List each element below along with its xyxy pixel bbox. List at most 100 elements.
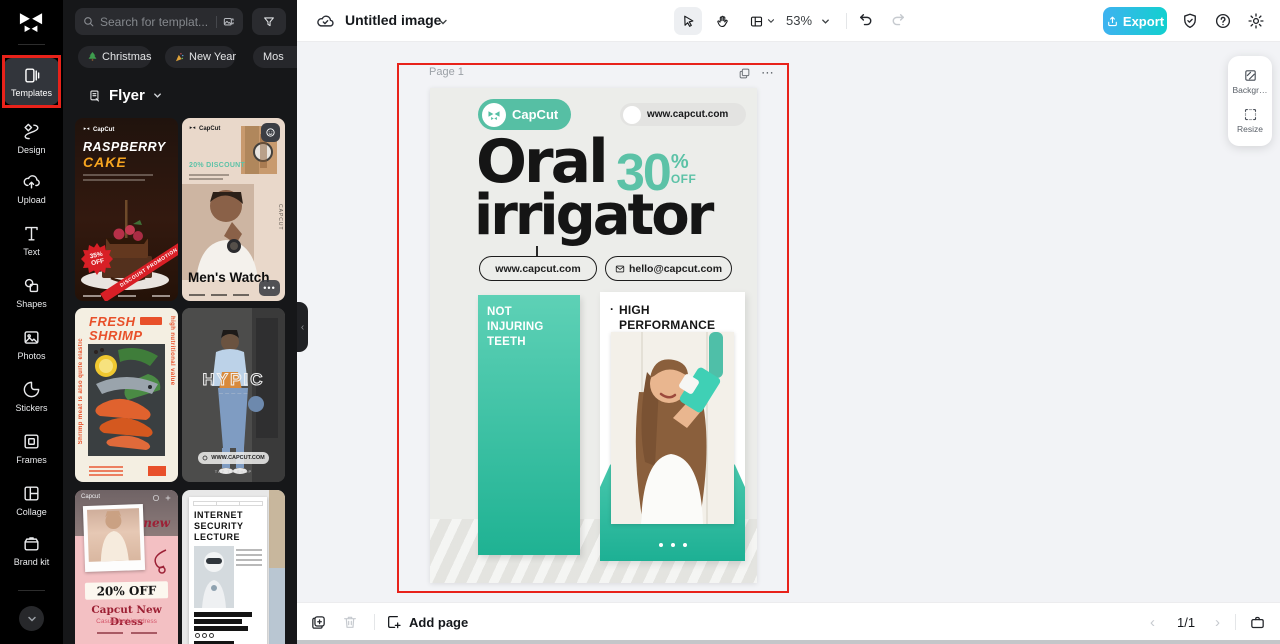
template-subtitle: Casual fashion dress (75, 618, 178, 625)
template-more-button[interactable]: ••• (259, 280, 280, 296)
resize-label: Resize (1237, 124, 1263, 134)
search-divider (216, 16, 217, 28)
text-icon (22, 224, 41, 243)
sidebar-item-label: Templates (11, 88, 52, 98)
search-input[interactable] (100, 15, 211, 29)
present-button[interactable] (1249, 603, 1266, 641)
chevron-down-icon (152, 90, 163, 101)
party-popper-icon (175, 52, 184, 62)
redo-button[interactable] (889, 11, 907, 29)
sidebar-item-upload[interactable]: Upload (0, 172, 63, 206)
sidebar-item-photos[interactable]: Photos (0, 328, 63, 362)
sidebar-item-label: Text (23, 247, 40, 258)
add-page-label: Add page (409, 615, 468, 630)
sidebar-item-templates[interactable]: Templates (4, 58, 59, 105)
background-icon (1243, 68, 1258, 83)
sidebar-item-frames[interactable]: Frames (0, 432, 63, 466)
photo-card (83, 504, 145, 572)
template-brand: Capcut (81, 494, 100, 500)
chevron-down-icon (766, 16, 776, 26)
flyer-headline-2[interactable]: irrigator (474, 188, 711, 244)
flyer-site-pill[interactable]: www.capcut.com (620, 103, 746, 126)
sidebar-item-brand-kit[interactable]: Brand kit (0, 534, 63, 568)
help-icon[interactable] (1214, 12, 1232, 30)
template-subtitle: CAKE (83, 154, 127, 170)
chip-label: Mos (263, 51, 284, 63)
zoom-chevron-icon[interactable] (820, 16, 831, 27)
panel-collapse-handle[interactable]: ‹ (297, 302, 308, 352)
template-capcut-new-dress[interactable]: Capcut new 20% OFF Capcut New Dress Casu… (75, 490, 178, 644)
templates-panel: Christmas New Year Mos Flyer CapCut RASP… (63, 0, 297, 644)
sidebar-item-label: Design (17, 145, 45, 156)
delete-page-button[interactable] (342, 603, 358, 641)
next-page-button[interactable]: › (1215, 603, 1220, 641)
settings-gear-icon[interactable] (1247, 12, 1265, 30)
page-indicator: 1/1 (1177, 603, 1195, 641)
sidebar-item-text[interactable]: Text (0, 224, 63, 258)
prev-page-button[interactable]: ‹ (1150, 603, 1155, 641)
design-icon (22, 122, 41, 141)
collapse-chevron: ‹ (301, 322, 304, 333)
template-title: LECTURE (194, 532, 240, 542)
safety-shield-icon[interactable] (1181, 12, 1199, 30)
toolbar-divider (846, 13, 847, 29)
page-more-icon[interactable]: ⋯ (761, 65, 775, 81)
sidebar-item-collage[interactable]: Collage (0, 484, 63, 518)
layout-tool-button[interactable] (742, 7, 782, 35)
frames-icon (22, 432, 41, 451)
section-flyer[interactable]: Flyer (88, 87, 163, 104)
rail-divider (18, 44, 45, 45)
rail-more-button[interactable] (19, 606, 44, 631)
template-title: Men's Watch (188, 270, 269, 285)
template-brand: CapCut (199, 126, 220, 132)
flyer-artboard[interactable]: CapCut www.capcut.com Oral 30 % OFF irri… (430, 88, 757, 583)
background-button[interactable]: Backgr… (1228, 68, 1272, 95)
top-toolbar: Untitled image 53% Export (297, 0, 1280, 42)
search-box[interactable] (75, 8, 243, 35)
card-right-text: PERFORMANCE (619, 318, 715, 333)
sidebar-item-design[interactable]: Design (0, 122, 63, 156)
document-title[interactable]: Untitled image (345, 12, 441, 28)
flyer-card-left[interactable]: NOT INJURING TEETH (478, 295, 580, 555)
chip-christmas[interactable]: Christmas (78, 46, 151, 68)
cloud-saved-icon (316, 12, 335, 31)
export-button[interactable]: Export (1103, 7, 1167, 35)
brand-kit-icon (22, 534, 41, 553)
carousel-dots (600, 543, 745, 547)
sidebar-item-shapes[interactable]: Shapes (0, 276, 63, 310)
hand-tool-button[interactable] (708, 7, 736, 35)
duplicate-page-button[interactable] (310, 603, 327, 641)
flyer-website-button[interactable]: www.capcut.com (479, 256, 597, 281)
chip-new-year[interactable]: New Year (165, 46, 235, 68)
face-swap-badge-icon[interactable] (261, 123, 280, 142)
undo-button[interactable] (857, 11, 875, 29)
zoom-level[interactable]: 53% (786, 13, 812, 28)
flyer-card-right[interactable]: · HIGH PERFORMANCE (600, 292, 745, 561)
flyer-brand-pill[interactable]: CapCut (478, 99, 571, 130)
select-tool-button[interactable] (674, 7, 702, 35)
add-page-icon (386, 614, 402, 630)
template-mens-watch[interactable]: CapCut 20% DISCOUNT Men's Watch CAPCUT •… (182, 118, 285, 301)
shrimp-photo (88, 344, 165, 456)
capcut-logo-icon (482, 103, 506, 127)
template-hypic[interactable]: HYPIC — — — — — WWW.CAPCUT.COM TAP TO SH… (182, 308, 285, 482)
template-raspberry-cake[interactable]: CapCut RASPBERRY CAKE 35%OFF DISCOUNT PR… (75, 118, 178, 301)
resize-button[interactable]: Resize (1228, 107, 1272, 134)
chip-most[interactable]: Mos (253, 46, 297, 68)
vertical-label: CAPCUT (277, 204, 283, 231)
title-chevron-icon[interactable] (437, 16, 449, 28)
flyer-email-button[interactable]: hello@capcut.com (605, 256, 732, 281)
add-page-button[interactable]: Add page (386, 603, 468, 641)
image-search-icon[interactable] (222, 15, 236, 29)
duplicate-page-icon[interactable] (738, 65, 751, 81)
template-fresh-shrimp[interactable]: FRESH SHRIMP Shrimp meat is also quite e… (75, 308, 178, 482)
export-icon (1106, 15, 1119, 28)
sidebar-item-label: Collage (16, 507, 47, 518)
plus-icon (164, 494, 172, 502)
template-title: RASPBERRY (83, 140, 166, 154)
template-internet-security[interactable]: INTERNET SECURITY LECTURE (182, 490, 285, 644)
man-photo (182, 184, 285, 280)
filter-button[interactable] (252, 8, 286, 35)
sidebar-item-stickers[interactable]: Stickers (0, 380, 63, 414)
search-icon (82, 15, 95, 28)
